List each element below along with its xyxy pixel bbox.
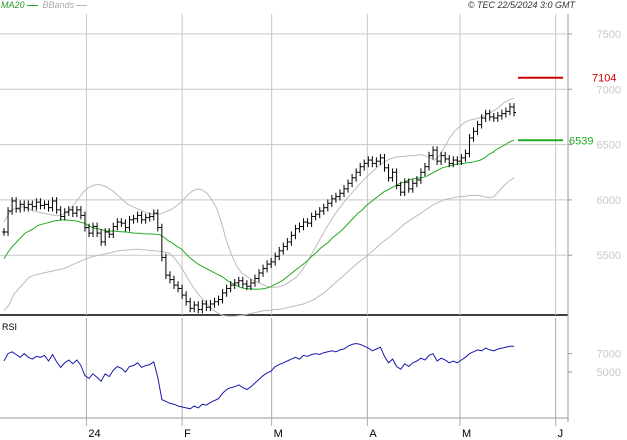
bollinger-upper-line xyxy=(3,97,515,288)
support-label: 6539 xyxy=(569,135,593,147)
price-y-tick-label: 6500 xyxy=(597,140,621,152)
x-tick-label: A xyxy=(369,428,377,440)
x-tick-label: M xyxy=(462,428,471,440)
rsi-panel-label: RSI xyxy=(2,322,17,332)
price-y-tick-label: 5500 xyxy=(597,250,621,262)
x-tick-label: J xyxy=(558,428,564,440)
price-y-tick-label: 7500 xyxy=(597,29,621,41)
rsi-y-tick-label: 7000 xyxy=(597,349,621,361)
rsi-line xyxy=(3,342,514,410)
rsi-y-tick-label: 5000 xyxy=(597,367,621,379)
x-tick-label: M xyxy=(274,428,283,440)
price-chart: 5500 6000 6500 7000 7500 5000 7000 24 F M A M J 7104 6… xyxy=(0,14,621,440)
bollinger-lower-line xyxy=(3,177,515,317)
x-tick-label: F xyxy=(184,428,191,440)
x-tick-label: 24 xyxy=(88,428,100,440)
price-y-tick-label: 7000 xyxy=(597,84,621,96)
resistance-label: 7104 xyxy=(592,73,616,85)
price-y-tick-label: 6000 xyxy=(597,195,621,207)
